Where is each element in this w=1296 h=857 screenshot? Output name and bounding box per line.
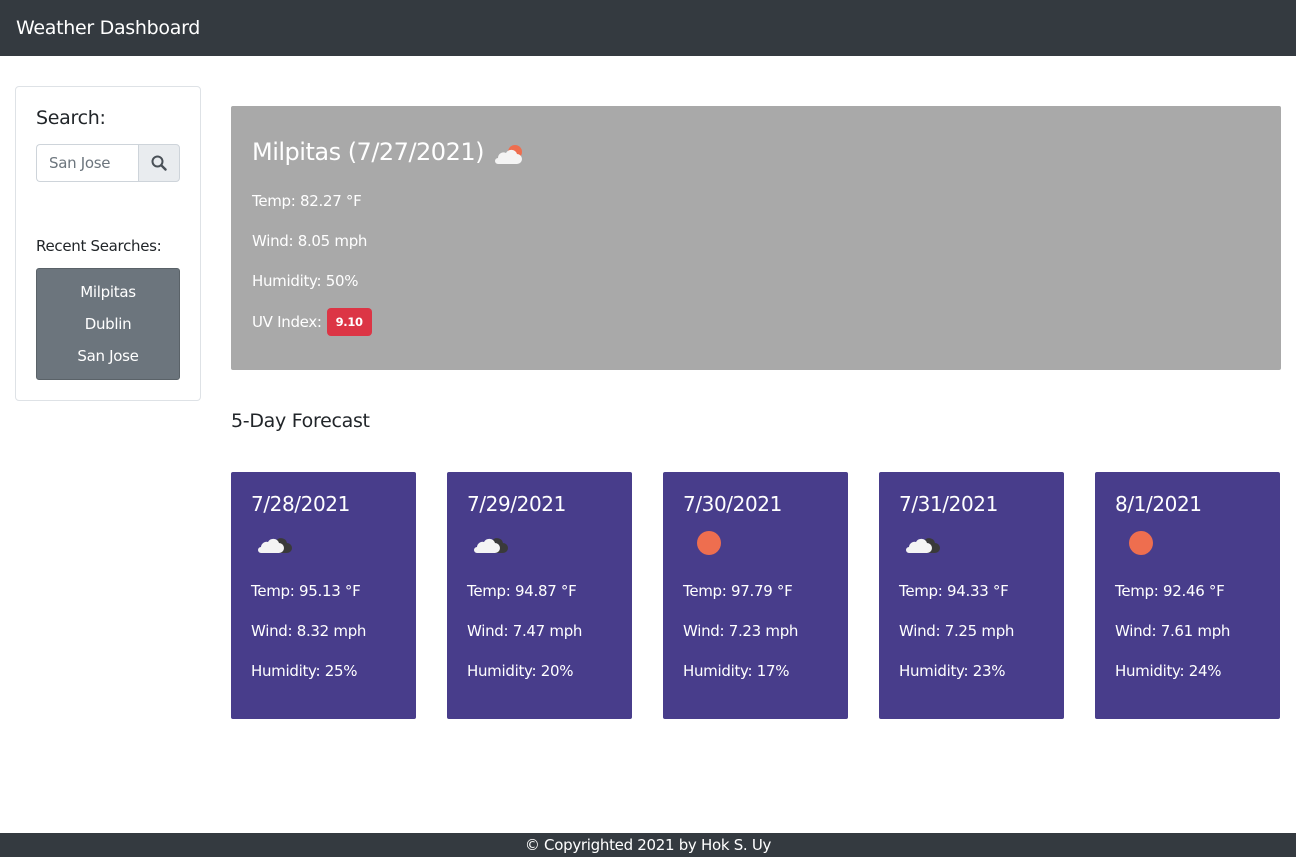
forecast-wind: Wind: 7.61 mph xyxy=(1115,622,1231,640)
forecast-card: 7/30/2021 Temp: 97.79 °F Wind: 7.23 mph … xyxy=(663,472,848,719)
cloudy-icon xyxy=(906,538,940,553)
navbar: Weather Dashboard xyxy=(0,0,1296,56)
search-panel: Search: Recent Searches: Milpitas Dublin… xyxy=(15,86,201,401)
forecast-date: 8/1/2021 xyxy=(1115,492,1202,516)
forecast-icon xyxy=(905,528,945,558)
uv-index-row: UV Index: 9.10 xyxy=(252,308,372,336)
forecast-humidity: Humidity: 17% xyxy=(683,662,790,680)
current-weather-card: Milpitas (7/27/2021) Temp: 82.27 °F Wind… xyxy=(231,106,1281,370)
forecast-temp: Temp: 95.13 °F xyxy=(251,582,361,600)
current-weather-header: Milpitas (7/27/2021) xyxy=(252,136,526,168)
sun-icon xyxy=(1129,531,1153,555)
forecast-date: 7/29/2021 xyxy=(467,492,566,516)
current-wind: Wind: 8.05 mph xyxy=(252,232,368,250)
forecast-wind: Wind: 8.32 mph xyxy=(251,622,367,640)
search-group xyxy=(36,144,180,182)
current-temp: Temp: 82.27 °F xyxy=(252,192,362,210)
forecast-temp: Temp: 94.87 °F xyxy=(467,582,577,600)
search-button[interactable] xyxy=(138,144,180,182)
forecast-icon xyxy=(257,528,297,558)
forecast-card: 7/29/2021 Temp: 94.87 °F Wind: 7.47 mph … xyxy=(447,472,632,719)
forecast-icon xyxy=(1121,528,1161,558)
current-city-date: Milpitas (7/27/2021) xyxy=(252,138,484,166)
forecast-wind: Wind: 7.25 mph xyxy=(899,622,1015,640)
forecast-date: 7/31/2021 xyxy=(899,492,998,516)
forecast-card: 7/31/2021 Temp: 94.33 °F Wind: 7.25 mph … xyxy=(879,472,1064,719)
forecast-title: 5-Day Forecast xyxy=(231,410,370,432)
forecast-humidity: Humidity: 20% xyxy=(467,662,574,680)
forecast-date: 7/30/2021 xyxy=(683,492,782,516)
forecast-wind: Wind: 7.47 mph xyxy=(467,622,583,640)
forecast-humidity: Humidity: 25% xyxy=(251,662,358,680)
footer: © Copyrighted 2021 by Hok S. Uy xyxy=(0,833,1296,857)
uv-index-label: UV Index: xyxy=(252,313,322,331)
cloudy-icon xyxy=(258,538,292,553)
forecast-card: 8/1/2021 Temp: 92.46 °F Wind: 7.61 mph H… xyxy=(1095,472,1280,719)
cloudy-icon xyxy=(474,538,508,553)
forecast-card: 7/28/2021 Temp: 95.13 °F Wind: 8.32 mph … xyxy=(231,472,416,719)
recent-search-item[interactable]: Dublin xyxy=(85,315,132,333)
forecast-temp: Temp: 97.79 °F xyxy=(683,582,793,600)
recent-search-item[interactable]: San Jose xyxy=(77,347,139,365)
forecast-humidity: Humidity: 24% xyxy=(1115,662,1222,680)
search-icon xyxy=(151,155,167,171)
forecast-icon xyxy=(473,528,513,558)
forecast-icon xyxy=(689,528,729,558)
current-humidity: Humidity: 50% xyxy=(252,272,359,290)
recent-searches-label: Recent Searches: xyxy=(36,237,162,255)
search-label: Search: xyxy=(36,107,106,129)
sun-icon xyxy=(697,531,721,555)
copyright-text: © Copyrighted 2021 by Hok S. Uy xyxy=(524,836,772,854)
forecast-wind: Wind: 7.23 mph xyxy=(683,622,799,640)
recent-search-item[interactable]: Milpitas xyxy=(80,283,136,301)
forecast-temp: Temp: 94.33 °F xyxy=(899,582,1009,600)
forecast-temp: Temp: 92.46 °F xyxy=(1115,582,1225,600)
app-title: Weather Dashboard xyxy=(16,17,201,39)
forecast-humidity: Humidity: 23% xyxy=(899,662,1006,680)
search-input[interactable] xyxy=(36,144,138,182)
recent-searches-list: Milpitas Dublin San Jose xyxy=(36,268,180,380)
forecast-date: 7/28/2021 xyxy=(251,492,350,516)
partly-cloudy-sun-icon xyxy=(494,145,522,164)
uv-index-badge: 9.10 xyxy=(326,308,372,336)
